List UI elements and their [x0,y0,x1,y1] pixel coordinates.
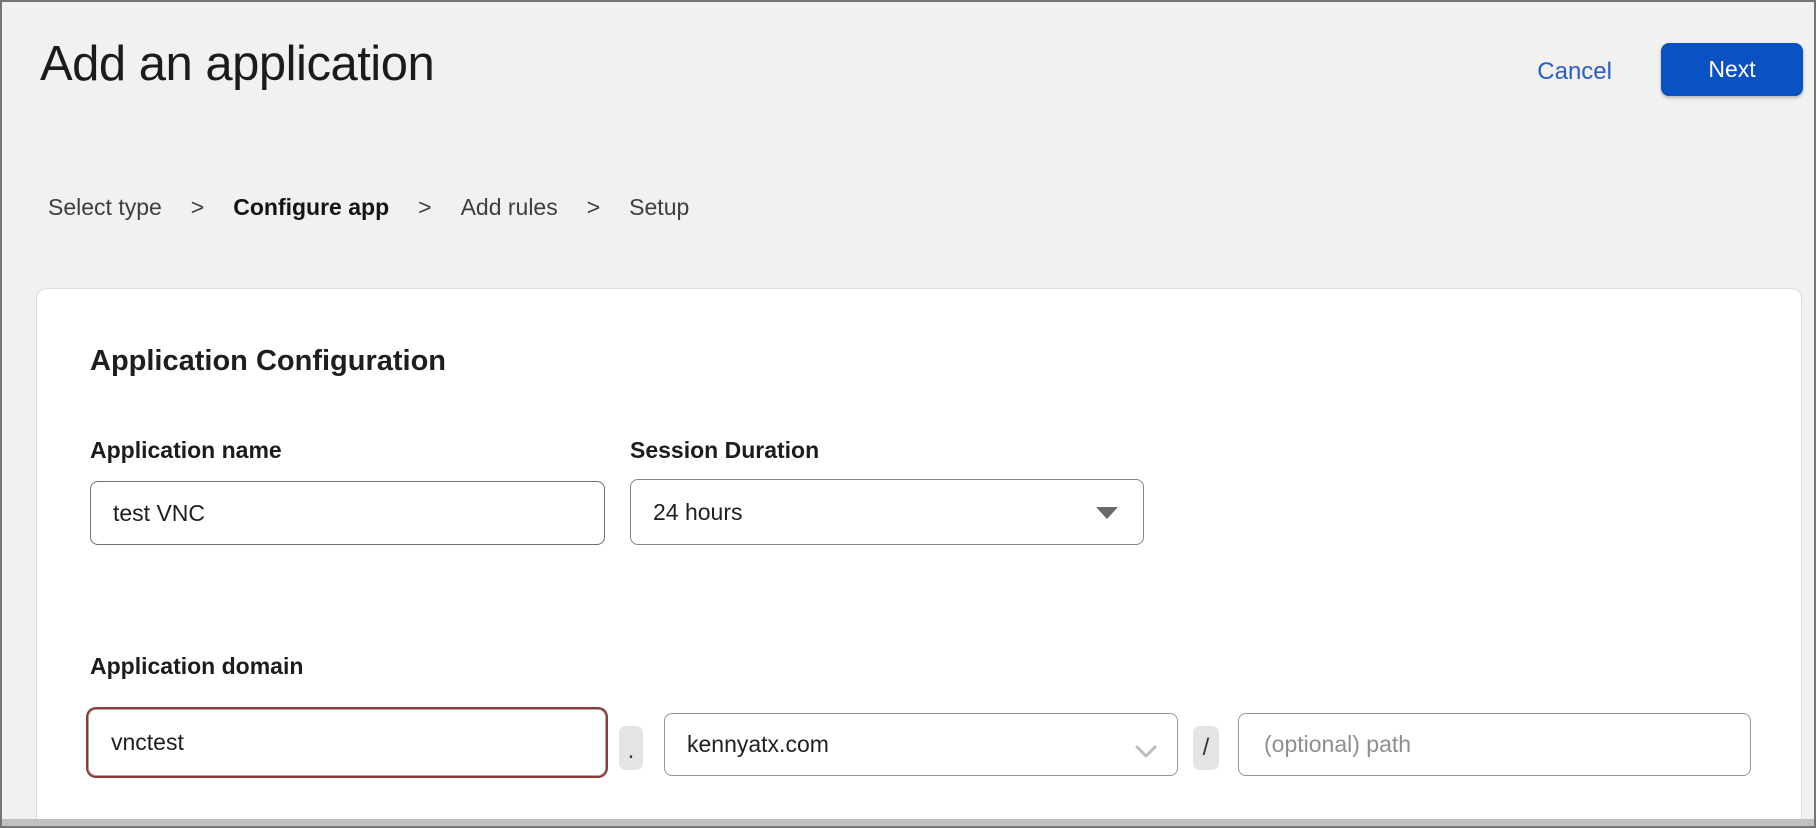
next-button[interactable]: Next [1661,43,1803,96]
breadcrumb-separator: > [418,194,431,221]
window-bottom-edge [2,819,1814,826]
dot-separator: . [619,726,643,770]
chevron-down-icon [1135,738,1157,765]
application-name-label: Application name [90,437,282,464]
section-title: Application Configuration [90,345,446,378]
application-configuration-card: Application Configuration Application na… [36,288,1802,826]
subdomain-input[interactable] [88,709,606,776]
application-domain-label: Application domain [90,653,303,680]
breadcrumb-step-configure-app[interactable]: Configure app [233,194,389,221]
path-input[interactable] [1238,713,1751,776]
page-title: Add an application [40,36,434,92]
breadcrumb-step-setup[interactable]: Setup [629,194,689,221]
domain-select-value: kennyatx.com [687,731,829,758]
breadcrumb: Select type > Configure app > Add rules … [48,194,689,221]
domain-select[interactable]: kennyatx.com [664,713,1178,776]
cancel-button[interactable]: Cancel [1537,58,1612,86]
breadcrumb-separator: > [191,194,204,221]
app-window: Add an application Cancel Next Select ty… [0,0,1816,828]
session-duration-label: Session Duration [630,437,819,464]
session-duration-value: 24 hours [653,499,743,526]
breadcrumb-step-add-rules[interactable]: Add rules [461,194,558,221]
caret-down-icon [1096,507,1118,519]
application-name-input[interactable] [90,481,605,545]
slash-separator: / [1193,726,1219,770]
breadcrumb-step-select-type[interactable]: Select type [48,194,162,221]
session-duration-select[interactable]: 24 hours [630,479,1144,545]
breadcrumb-separator: > [587,194,600,221]
